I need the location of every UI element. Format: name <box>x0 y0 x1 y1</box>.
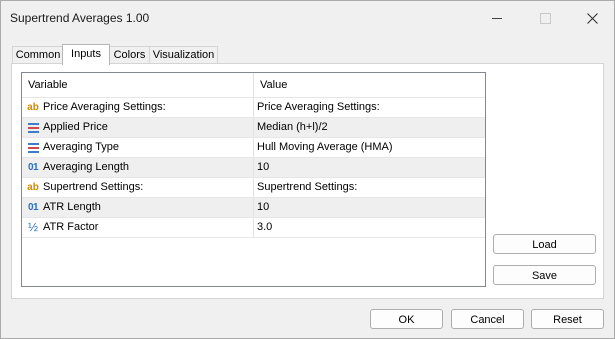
ok-button[interactable]: OK <box>370 309 443 329</box>
save-button[interactable]: Save <box>493 265 596 285</box>
table-row[interactable]: ½ ATR Factor 3.0 <box>22 217 485 238</box>
window-title: Supertrend Averages 1.00 <box>10 11 150 25</box>
tab-visualization[interactable]: Visualization <box>149 46 218 64</box>
list-icon <box>26 138 40 157</box>
table-row[interactable]: Applied Price Median (h+l)/2 <box>22 117 485 137</box>
text-icon: ab <box>27 182 39 193</box>
text-icon: ab <box>27 102 39 113</box>
column-header-value[interactable]: Value <box>253 73 486 97</box>
close-button[interactable] <box>581 9 603 27</box>
inputs-grid: Variable Value ab Price Averaging Settin… <box>21 72 486 287</box>
table-row[interactable]: ab Price Averaging Settings: Price Avera… <box>22 97 485 117</box>
row-value[interactable]: 10 <box>253 158 479 177</box>
dialog-window: Supertrend Averages 1.00 Common Inputs C… <box>0 0 615 339</box>
grid-header: Variable Value <box>22 73 485 97</box>
row-variable: ATR Factor <box>43 221 99 233</box>
integer-icon: 01 <box>27 162 39 173</box>
row-variable: Applied Price <box>43 121 108 133</box>
tab-inputs[interactable]: Inputs <box>62 44 110 65</box>
table-row[interactable]: 01 ATR Length 10 <box>22 197 485 217</box>
minimize-button[interactable] <box>486 9 508 27</box>
close-icon <box>586 12 598 24</box>
row-value[interactable]: Median (h+l)/2 <box>253 118 479 137</box>
minimize-icon <box>492 17 502 19</box>
row-variable: Supertrend Settings: <box>43 181 144 193</box>
load-button[interactable]: Load <box>493 234 596 254</box>
list-icon <box>26 118 40 137</box>
row-variable: ATR Length <box>43 201 101 213</box>
inputs-panel: Variable Value ab Price Averaging Settin… <box>11 63 604 299</box>
maximize-button <box>534 9 556 27</box>
reset-button[interactable]: Reset <box>531 309 604 329</box>
row-variable: Averaging Length <box>43 161 130 173</box>
row-value[interactable]: 10 <box>253 198 479 217</box>
cancel-button[interactable]: Cancel <box>451 309 524 329</box>
table-row[interactable]: Averaging Type Hull Moving Average (HMA) <box>22 137 485 157</box>
title-bar[interactable]: Supertrend Averages 1.00 <box>1 1 614 35</box>
double-icon: ½ <box>27 220 38 234</box>
row-value[interactable]: 3.0 <box>253 218 479 237</box>
row-value[interactable]: Hull Moving Average (HMA) <box>253 138 479 157</box>
maximize-icon <box>539 12 551 24</box>
tab-colors[interactable]: Colors <box>108 46 151 64</box>
row-variable: Price Averaging Settings: <box>43 101 166 113</box>
row-value[interactable]: Supertrend Settings: <box>253 178 479 197</box>
tab-common[interactable]: Common <box>12 46 64 64</box>
table-row[interactable]: 01 Averaging Length 10 <box>22 157 485 177</box>
row-value[interactable]: Price Averaging Settings: <box>253 98 479 117</box>
table-row[interactable]: ab Supertrend Settings: Supertrend Setti… <box>22 177 485 197</box>
integer-icon: 01 <box>27 202 39 213</box>
row-variable: Averaging Type <box>43 141 120 153</box>
column-header-variable[interactable]: Variable <box>22 73 252 97</box>
